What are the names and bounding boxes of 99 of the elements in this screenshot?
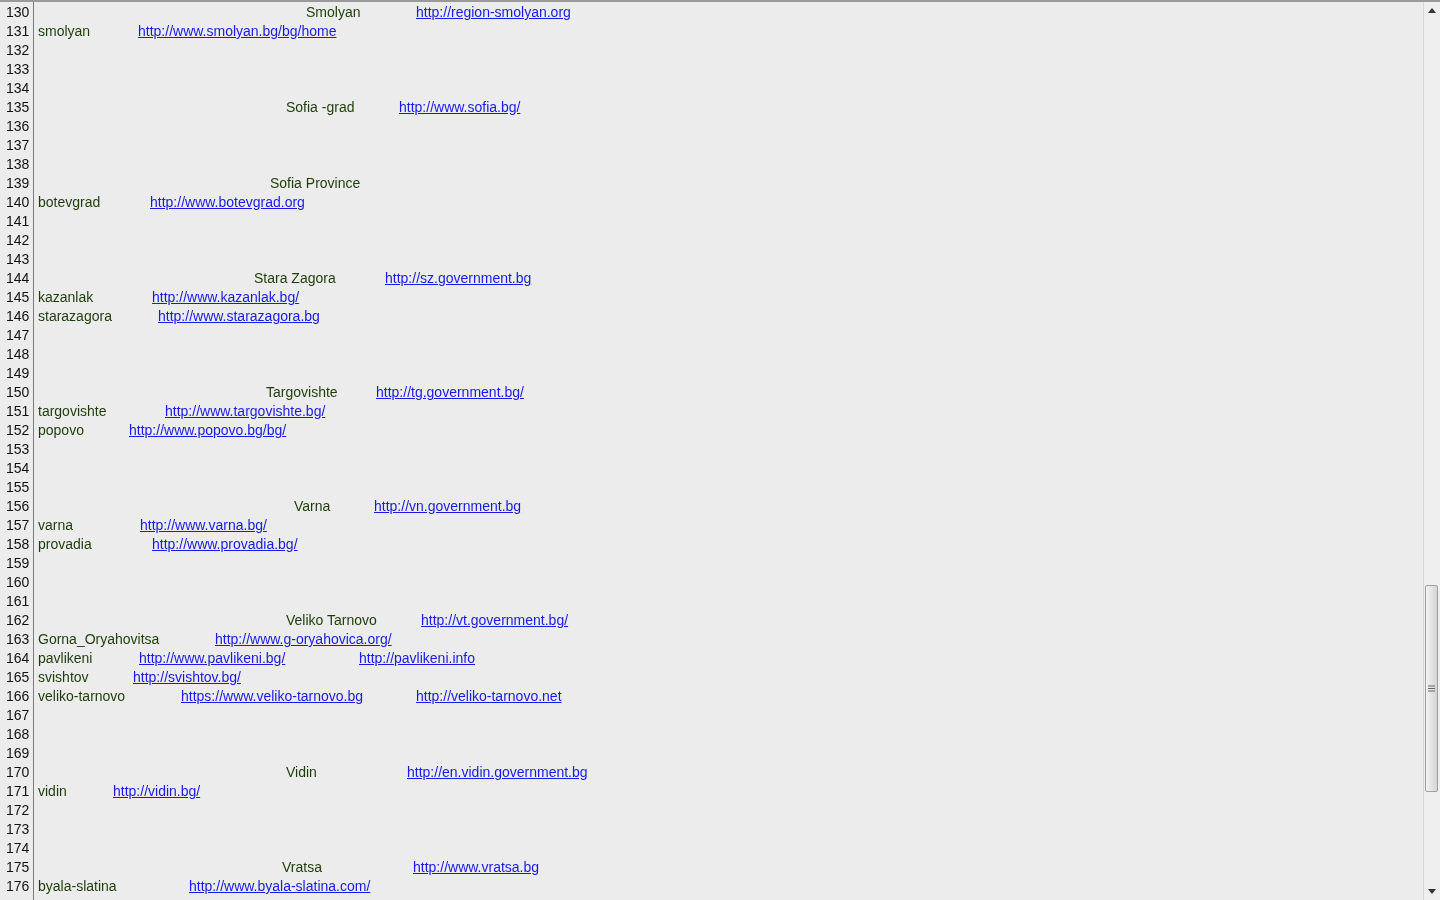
place-name: botevgrad: [38, 194, 101, 210]
line-number: 167: [5, 706, 31, 725]
line-number: 143: [5, 250, 31, 269]
link[interactable]: http://www.popovo.bg/bg/: [129, 422, 287, 438]
line-number: 135: [5, 98, 31, 117]
line-number: 176: [5, 877, 31, 896]
line-number: 130: [5, 3, 31, 22]
line-number: 144: [5, 269, 31, 288]
line-number: 174: [5, 839, 31, 858]
place-name: Gorna_Oryahovitsa: [38, 631, 160, 647]
line-number: 165: [5, 668, 31, 687]
place-name: veliko-tarnovo: [38, 688, 126, 704]
line-number: 159: [5, 554, 31, 573]
line-number: 145: [5, 288, 31, 307]
line-number: 164: [5, 649, 31, 668]
line-number: 138: [5, 155, 31, 174]
line-number: 152: [5, 421, 31, 440]
place-name: Veliko Tarnovo: [286, 612, 377, 628]
place-name: Smolyan: [306, 4, 361, 20]
line-number: 147: [5, 326, 31, 345]
line-number: 163: [5, 630, 31, 649]
line-number: 175: [5, 858, 31, 877]
place-name: Vidin: [286, 764, 317, 780]
scroll-down-icon[interactable]: [1428, 889, 1436, 894]
link[interactable]: http://www.targovishte.bg/: [165, 403, 326, 419]
link[interactable]: https://www.veliko-tarnovo.bg: [181, 688, 364, 704]
line-number: 160: [5, 573, 31, 592]
place-name: provadia: [38, 536, 92, 552]
link[interactable]: http://www.sofia.bg/: [399, 99, 521, 115]
link[interactable]: http://vt.government.bg/: [421, 612, 569, 628]
scrollbar[interactable]: [1423, 2, 1440, 900]
line-number: 151: [5, 402, 31, 421]
line-number: 131: [5, 22, 31, 41]
place-name: varna: [38, 517, 74, 533]
place-name: svishtov: [38, 669, 89, 685]
line-number: 142: [5, 231, 31, 250]
place-name: targovishte: [38, 403, 107, 419]
place-name: popovo: [38, 422, 84, 438]
link[interactable]: http://www.botevgrad.org: [150, 194, 305, 210]
line-number: 173: [5, 820, 31, 839]
place-name: vidin: [38, 783, 67, 799]
line-number: 157: [5, 516, 31, 535]
link[interactable]: http://www.varna.bg/: [140, 517, 267, 533]
line-number: 146: [5, 307, 31, 326]
line-number: 169: [5, 744, 31, 763]
link[interactable]: http://vn.government.bg: [374, 498, 522, 514]
line-number: 153: [5, 440, 31, 459]
link[interactable]: http://www.starazagora.bg: [158, 308, 320, 324]
place-name: starazagora: [38, 308, 112, 324]
line-number: 154: [5, 459, 31, 478]
place-name: Targovishte: [266, 384, 338, 400]
place-name: byala-slatina: [38, 878, 117, 894]
line-number: 134: [5, 79, 31, 98]
line-number: 148: [5, 345, 31, 364]
place-name: pavlikeni: [38, 650, 93, 666]
line-number: 156: [5, 497, 31, 516]
line-number: 132: [5, 41, 31, 60]
link[interactable]: http://svishtov.bg/: [133, 669, 241, 685]
link[interactable]: http://veliko-tarnovo.net: [416, 688, 562, 704]
line-number: 155: [5, 478, 31, 497]
line-number: 139: [5, 174, 31, 193]
scroll-thumb[interactable]: [1425, 585, 1438, 792]
line-number: 140: [5, 193, 31, 212]
line-number: 171: [5, 782, 31, 801]
link[interactable]: http://www.g-oryahovica.org/: [215, 631, 392, 647]
link[interactable]: http://en.vidin.government.bg: [407, 764, 588, 780]
link[interactable]: http://www.provadia.bg/: [152, 536, 298, 552]
line-number: 161: [5, 592, 31, 611]
place-name: Sofia -grad: [286, 99, 355, 115]
link[interactable]: http://www.kazanlak.bg/: [152, 289, 300, 305]
link[interactable]: http://tg.government.bg/: [376, 384, 524, 400]
line-number: 170: [5, 763, 31, 782]
line-number: 149: [5, 364, 31, 383]
place-name: smolyan: [38, 23, 91, 39]
link[interactable]: http://pavlikeni.info: [359, 650, 475, 666]
line-number: 162: [5, 611, 31, 630]
line-number: 141: [5, 212, 31, 231]
link[interactable]: http://www.byala-slatina.com/: [189, 878, 371, 894]
scroll-up-icon[interactable]: [1428, 8, 1436, 13]
link[interactable]: http://sz.government.bg: [385, 270, 532, 286]
place-name: kazanlak: [38, 289, 94, 305]
line-number: 158: [5, 535, 31, 554]
link[interactable]: http://www.vratsa.bg: [413, 859, 540, 875]
grip-icon: [1428, 685, 1435, 692]
link[interactable]: http://vidin.bg/: [113, 783, 201, 799]
place-name: Stara Zagora: [254, 270, 336, 286]
line-number: 172: [5, 801, 31, 820]
line-number: 166: [5, 687, 31, 706]
line-number: 136: [5, 117, 31, 136]
line-number: 168: [5, 725, 31, 744]
place-name: Varna: [294, 498, 331, 514]
line-number: 137: [5, 136, 31, 155]
link[interactable]: http://www.pavlikeni.bg/: [139, 650, 286, 666]
place-name: Vratsa: [282, 859, 322, 875]
line-number: 133: [5, 60, 31, 79]
link[interactable]: http://region-smolyan.org: [416, 4, 571, 20]
place-name: Sofia Province: [270, 175, 361, 191]
link[interactable]: http://www.smolyan.bg/bg/home: [138, 23, 337, 39]
line-number: 150: [5, 383, 31, 402]
